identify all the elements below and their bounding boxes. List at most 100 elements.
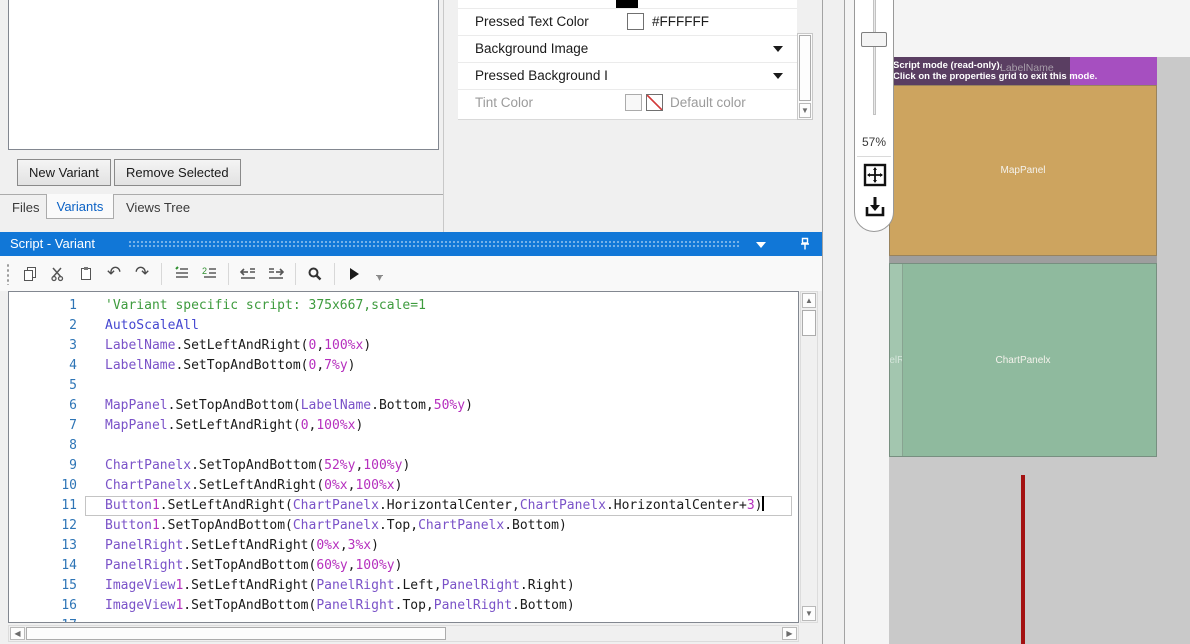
code-text: MapPanel.SetTopAndBottom(LabelName.Botto…	[105, 398, 473, 413]
new-variant-button[interactable]: New Variant	[17, 159, 111, 186]
undo-icon[interactable]: ↶	[100, 261, 128, 287]
property-row-pressed-text-color[interactable]: Pressed Text Color #FFFFFF	[458, 9, 797, 36]
code-line[interactable]: 13 PanelRight.SetLeftAndRight(0%x,3%x)	[9, 536, 798, 556]
zoom-slider-track[interactable]	[873, 0, 876, 115]
line-number: 12	[61, 518, 77, 533]
mappanel-view[interactable]: MapPanel	[889, 85, 1157, 256]
code-line[interactable]: 16 ImageView1.SetTopAndBottom(PanelRight.…	[9, 596, 798, 616]
property-label: Tint Color	[475, 95, 534, 110]
toolbar-separator	[295, 262, 296, 285]
text-caret	[762, 496, 765, 511]
tab-variants[interactable]: Variants	[46, 194, 114, 219]
uncomment-icon[interactable]: 2	[195, 261, 223, 287]
code-lines: 1 'Variant specific script: 375x667,scale…	[9, 296, 798, 622]
code-line[interactable]: 9 ChartPanelx.SetTopAndBottom(52%y,100%y)	[9, 456, 798, 476]
code-line[interactable]: 12 Button1.SetTopAndBottom(ChartPanelx.To…	[9, 516, 798, 536]
tint-checkbox[interactable]	[625, 94, 642, 111]
default-color-swatch[interactable]	[646, 94, 663, 111]
code-line[interactable]: 4 LabelName.SetTopAndBottom(0,7%y)	[9, 356, 798, 376]
code-line[interactable]: 14 PanelRight.SetTopAndBottom(60%y,100%y)	[9, 556, 798, 576]
property-row-pressed-background[interactable]: Pressed Background I	[458, 63, 797, 90]
code-text: Button1.SetLeftAndRight(ChartPanelx.Hori…	[105, 496, 765, 513]
fit-to-screen-button[interactable]	[862, 162, 887, 187]
dropdown-arrow-icon[interactable]	[773, 73, 783, 79]
bottom-tabstrip: Files Variants Views Tree	[0, 194, 443, 222]
script-window-titlebar: Script - Variant	[0, 232, 822, 256]
code-line[interactable]: 15 ImageView1.SetLeftAndRight(PanelRight.…	[9, 576, 798, 596]
scrollbar-thumb[interactable]	[799, 35, 811, 101]
property-label: Pressed Background I	[475, 68, 608, 83]
code-line[interactable]: 7 MapPanel.SetLeftAndRight(0,100%x)	[9, 416, 798, 436]
property-row-partial[interactable]	[458, 0, 797, 9]
outdent-icon[interactable]	[234, 261, 262, 287]
cut-icon[interactable]	[44, 261, 72, 287]
button1-view[interactable]	[1021, 475, 1025, 644]
line-number: 4	[69, 358, 77, 373]
run-icon[interactable]	[340, 261, 368, 287]
scroll-right-button[interactable]: ▶	[782, 627, 797, 640]
toolbar-separator	[334, 262, 335, 285]
chartpanelx-label: ChartPanelx	[995, 354, 1051, 366]
code-line[interactable]: 6 MapPanel.SetTopAndBottom(LabelName.Bott…	[9, 396, 798, 416]
property-label: Background Image	[475, 41, 589, 56]
scroll-down-button[interactable]: ▼	[802, 606, 816, 621]
zoom-control: 57%	[854, 0, 894, 232]
scroll-up-button[interactable]: ▲	[802, 293, 816, 308]
color-swatch-white[interactable]	[627, 13, 644, 30]
code-text: ImageView1.SetLeftAndRight(PanelRight.Le…	[105, 578, 575, 593]
line-number: 5	[69, 378, 77, 393]
code-line[interactable]: 11 Button1.SetLeftAndRight(ChartPanelx.Ho…	[9, 496, 798, 516]
line-number: 7	[69, 418, 77, 433]
indent-icon[interactable]	[262, 261, 290, 287]
zoom-percent-label: 57%	[861, 135, 887, 149]
mappanel-label: MapPanel	[1000, 165, 1046, 176]
code-line[interactable]: 3 LabelName.SetLeftAndRight(0,100%x)	[9, 336, 798, 356]
code-text: MapPanel.SetLeftAndRight(0,100%x)	[105, 418, 364, 433]
line-number: 3	[69, 338, 77, 353]
paste-icon[interactable]	[72, 261, 100, 287]
redo-icon[interactable]: ↷	[128, 261, 156, 287]
property-value: #FFFFFF	[652, 14, 709, 29]
scroll-left-button[interactable]: ◀	[10, 627, 25, 640]
code-line[interactable]: 10 ChartPanelx.SetLeftAndRight(0%x,100%x)	[9, 476, 798, 496]
properties-scrollbar[interactable]: ▼	[797, 33, 813, 120]
zoom-slider-thumb[interactable]	[861, 32, 887, 47]
remove-selected-button[interactable]: Remove Selected	[114, 159, 241, 186]
import-download-button[interactable]	[862, 194, 887, 219]
property-row-tint-color[interactable]: Tint Color Default color	[458, 90, 797, 117]
code-text: LabelName.SetTopAndBottom(0,7%y)	[105, 358, 356, 373]
toolbar-grip-handle[interactable]	[6, 262, 10, 285]
editor-horizontal-scrollbar[interactable]: ◀ ▶	[8, 625, 799, 642]
code-line[interactable]: 5	[9, 376, 798, 396]
chartpanelx-view[interactable]: PanelRight ChartPanelx	[889, 263, 1157, 457]
line-number: 2	[69, 318, 77, 333]
script-code-editor[interactable]: 1 'Variant specific script: 375x667,scale…	[8, 291, 799, 623]
variant-list[interactable]	[8, 0, 439, 150]
tab-files[interactable]: Files	[8, 198, 43, 217]
code-line[interactable]: 1 'Variant specific script: 375x667,scale…	[9, 296, 798, 316]
code-line[interactable]: 17	[9, 616, 798, 622]
scrollbar-thumb[interactable]	[26, 627, 446, 640]
tab-views-tree[interactable]: Views Tree	[122, 198, 194, 217]
property-label: Pressed Text Color	[475, 14, 589, 29]
property-row-background-image[interactable]: Background Image	[458, 36, 797, 63]
chevron-down-icon[interactable]	[756, 242, 766, 248]
toolbar-overflow-icon[interactable]: ▾	[376, 273, 383, 283]
line-number: 14	[61, 558, 77, 573]
scrollbar-thumb[interactable]	[802, 310, 816, 336]
panelright-view[interactable]: PanelRight	[890, 264, 903, 456]
separator	[857, 156, 891, 157]
pin-icon[interactable]	[799, 237, 811, 254]
editor-vertical-scrollbar[interactable]: ▲ ▼	[800, 291, 818, 623]
copy-icon[interactable]	[16, 261, 44, 287]
code-line[interactable]: 2 AutoScaleAll	[9, 316, 798, 336]
property-value: Default color	[670, 95, 746, 110]
scroll-down-button[interactable]: ▼	[799, 103, 811, 118]
search-icon[interactable]	[301, 261, 329, 287]
code-line[interactable]: 8	[9, 436, 798, 456]
line-number: 8	[69, 438, 77, 453]
dropdown-arrow-icon[interactable]	[773, 46, 783, 52]
toolbar-separator	[161, 262, 162, 285]
comment-icon[interactable]	[167, 261, 195, 287]
color-swatch-black[interactable]	[616, 0, 638, 8]
